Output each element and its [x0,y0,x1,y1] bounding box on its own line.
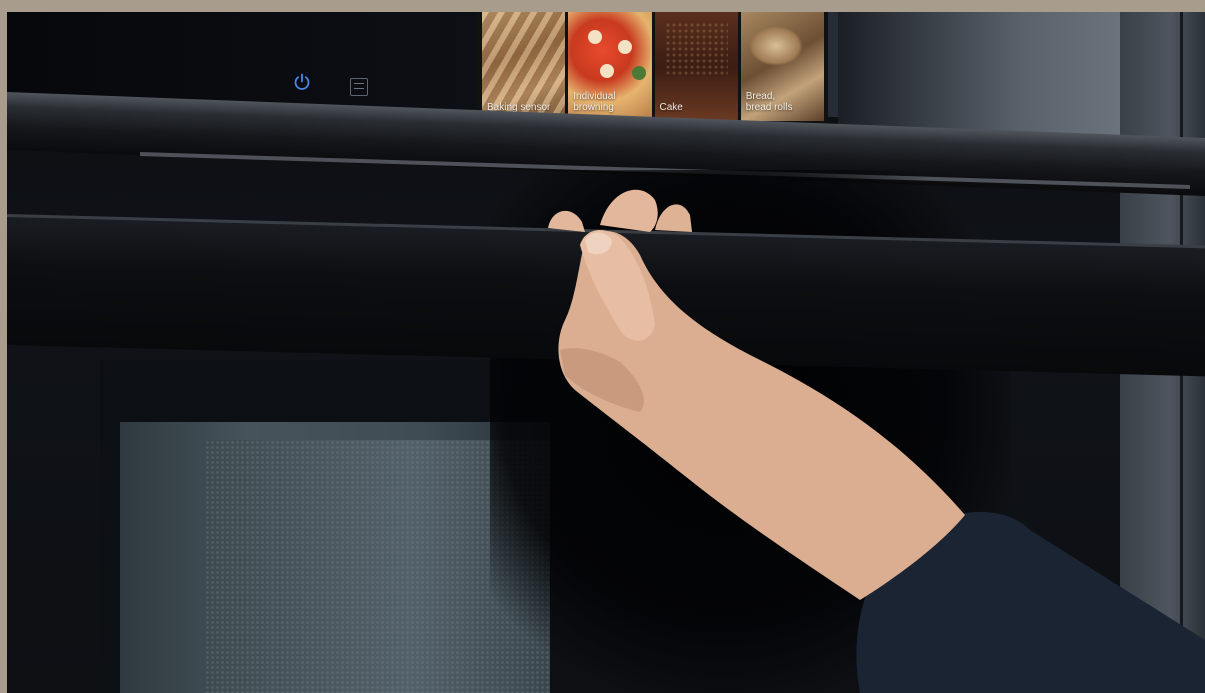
finger [548,210,585,232]
finger [600,189,658,232]
hand-illustration [548,189,1205,693]
finger [655,204,692,232]
oven-photo: Baking sensor Individual browning Cake B… [0,0,1205,693]
